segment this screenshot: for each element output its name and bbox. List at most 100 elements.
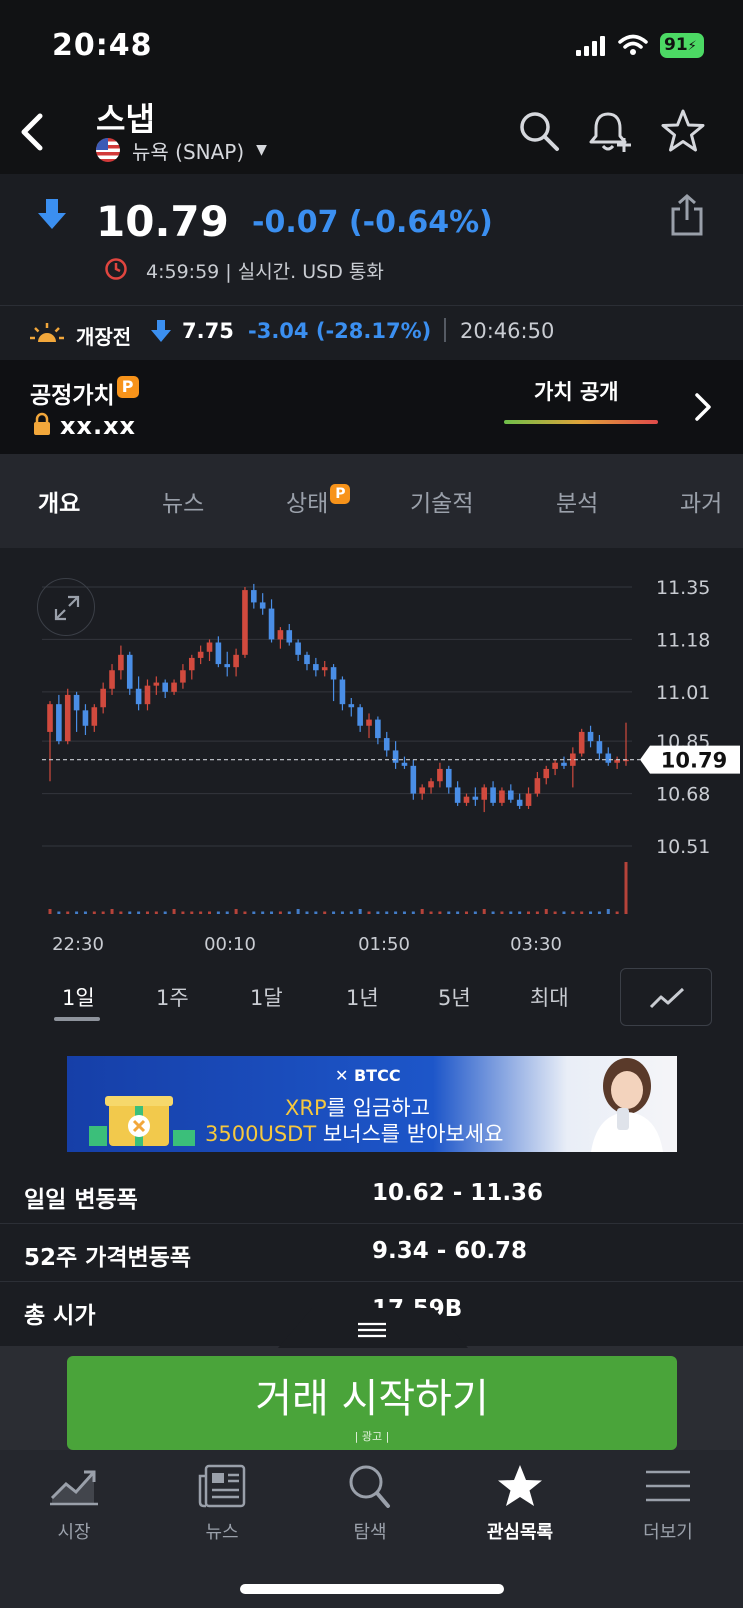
- candle-body: [215, 642, 222, 665]
- line-chart-icon: [649, 987, 685, 1009]
- candle-body: [410, 765, 417, 794]
- candle-body: [383, 738, 390, 751]
- volume-bar: [287, 911, 291, 914]
- watchlist-star-icon[interactable]: [660, 108, 706, 158]
- drag-handle-icon[interactable]: [358, 1322, 386, 1342]
- us-flag-icon: [96, 138, 120, 162]
- tab-overview[interactable]: 개요: [38, 484, 80, 518]
- candle-body: [330, 667, 337, 680]
- chart-type-button[interactable]: [620, 968, 712, 1026]
- search-icon[interactable]: [518, 110, 560, 156]
- exchange-selector[interactable]: 뉴욕 (SNAP) ▼: [96, 136, 267, 164]
- candle-body: [463, 796, 470, 803]
- candlestick-chart: 11.3511.1811.0110.8510.6810.5122:30 00:10…: [42, 577, 740, 955]
- charging-bolt-icon: ⚡: [687, 39, 697, 54]
- nav-explore[interactable]: 탐색: [310, 1464, 430, 1544]
- volume-bar: [429, 911, 433, 914]
- premarket-time: 20:46:50: [460, 319, 555, 343]
- volume-bar: [57, 911, 61, 914]
- volume-bar: [101, 911, 105, 914]
- tab-history[interactable]: 과거: [680, 484, 722, 518]
- fair-value-hidden: xx.xx: [60, 412, 137, 440]
- candle-body: [401, 762, 408, 766]
- candle-body: [135, 688, 142, 705]
- ad-accent-2: 3500USDT: [205, 1122, 317, 1146]
- start-trading-label: 거래 시작하기: [255, 1376, 489, 1422]
- premarket-row: 개장전 7.75 -3.04 (-28.17%) 20:46:50: [0, 306, 743, 360]
- stat-value: 10.62 - 11.36: [372, 1180, 544, 1206]
- premarket-price: 7.75: [182, 319, 234, 343]
- tab-health-label: 상태: [286, 491, 329, 517]
- share-icon[interactable]: [668, 193, 706, 241]
- ad-headline-2: 3500USDT 보너스를 받아보세요: [205, 1118, 503, 1148]
- candle-body: [428, 781, 434, 788]
- candle-body: [499, 790, 505, 803]
- tab-analysis[interactable]: 분석: [556, 484, 598, 518]
- ad-model-image: [567, 1056, 677, 1152]
- volume-bar: [314, 911, 318, 914]
- range-max[interactable]: 최대: [530, 982, 569, 1012]
- candle-body: [445, 768, 452, 788]
- nav-label: 관심목록: [486, 1522, 554, 1543]
- y-tick-label: 10.51: [656, 836, 710, 858]
- volume-bar: [110, 909, 114, 914]
- ad-text-2: 보너스를 받아보세요: [316, 1122, 504, 1146]
- volume-bar: [518, 911, 522, 914]
- caret-down-icon: ▼: [256, 142, 267, 158]
- reveal-value-label[interactable]: 가치 공개: [534, 376, 619, 406]
- candle-body: [437, 768, 443, 782]
- expand-chart-button[interactable]: [37, 578, 95, 636]
- candle-body: [454, 787, 461, 803]
- range-1m[interactable]: 1달: [250, 982, 283, 1012]
- exchange-label: 뉴욕 (SNAP): [132, 139, 245, 164]
- back-chevron-icon[interactable]: [18, 112, 46, 156]
- volume-bar: [482, 909, 486, 914]
- pro-badge-icon: P: [330, 484, 351, 504]
- tab-health[interactable]: 상태 P: [286, 484, 351, 518]
- volume-bar: [119, 911, 123, 914]
- candle-body: [73, 694, 80, 711]
- newspaper-icon: [198, 1464, 246, 1508]
- separator: [444, 318, 446, 342]
- candle-body: [516, 799, 523, 806]
- volume-bar: [544, 909, 548, 914]
- candle-body: [180, 670, 186, 683]
- volume-bar: [402, 911, 406, 914]
- range-1w[interactable]: 1주: [156, 982, 189, 1012]
- candle-body: [47, 704, 53, 732]
- candle-body: [224, 664, 231, 668]
- volume-bar: [208, 911, 212, 914]
- start-trading-button[interactable]: 거래 시작하기 | 광고 |: [67, 1356, 677, 1450]
- volume-bar: [589, 911, 593, 914]
- volume-bar: [411, 911, 415, 914]
- nav-more[interactable]: 더보기: [608, 1464, 728, 1544]
- tab-technical[interactable]: 기술적: [410, 484, 473, 518]
- nav-watchlist[interactable]: 관심목록: [460, 1464, 580, 1544]
- chevron-right-icon[interactable]: [694, 392, 712, 426]
- nav-markets[interactable]: 시장: [14, 1464, 134, 1544]
- nav-news[interactable]: 뉴스: [162, 1464, 282, 1544]
- price-chart[interactable]: 11.35 11.18 11.01 10.85 10.68 10.51 22:30 00:10…: [0, 548, 743, 968]
- volume-bar: [216, 911, 220, 914]
- tab-news[interactable]: 뉴스: [162, 484, 204, 518]
- x-tick-label: 01:50: [358, 934, 410, 955]
- stat-row-day-range: 일일 변동폭 10.62 - 11.36: [0, 1166, 743, 1224]
- candle-body: [153, 682, 160, 686]
- candle-body: [242, 590, 248, 655]
- range-1d[interactable]: 1일: [62, 982, 95, 1012]
- volume-bar: [75, 911, 79, 914]
- volume-bar: [385, 911, 389, 914]
- fair-value-panel[interactable]: 공정가치 P xx.xx 가치 공개: [0, 360, 743, 454]
- volume-bar: [500, 911, 504, 914]
- candle-body: [304, 654, 310, 665]
- volume-bar: [553, 911, 557, 914]
- range-1y[interactable]: 1년: [346, 982, 379, 1012]
- ad-banner[interactable]: ✕ BTCC XRP를 입금하고 3500USDT 보너스를 받아보세요: [67, 1056, 677, 1152]
- menu-icon: [646, 1470, 690, 1502]
- range-5y[interactable]: 5년: [438, 982, 471, 1012]
- volume-bar: [491, 911, 495, 914]
- nav-label: 뉴스: [205, 1522, 239, 1543]
- y-tick-label: 11.01: [656, 682, 710, 704]
- add-alert-bell-icon[interactable]: [588, 108, 634, 158]
- volume-bar: [92, 911, 96, 914]
